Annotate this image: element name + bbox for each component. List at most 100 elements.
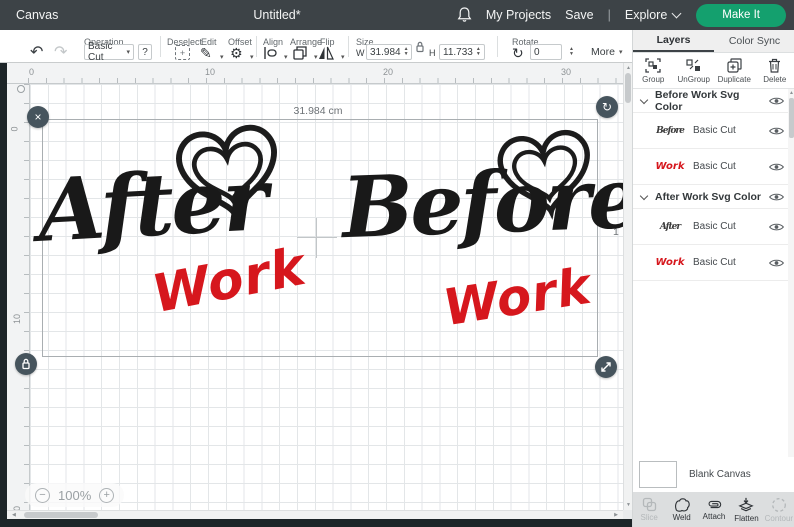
resize-icon (600, 361, 612, 373)
attach-button[interactable]: Attach (698, 492, 730, 527)
caret-down-icon: ▾ (126, 48, 130, 56)
zoom-out-button[interactable]: − (35, 488, 50, 503)
undo-button[interactable]: ↶ (30, 46, 43, 60)
redo-button[interactable]: ↷ (54, 46, 67, 60)
header-divider: | (608, 8, 611, 22)
tab-layers[interactable]: Layers (633, 30, 714, 52)
rotate-field[interactable]: 0 (530, 44, 562, 60)
layers-list: Before Work Svg Color Before Basic Cut (633, 89, 794, 457)
visibility-eye-icon[interactable] (769, 258, 784, 268)
layer-group-row[interactable]: Before Work Svg Color (633, 89, 788, 113)
ruler-mark: 0 (10, 126, 20, 131)
group-icon (645, 58, 661, 73)
operation-value: Basic Cut (88, 41, 122, 63)
panel-tabs: Layers Color Sync (633, 30, 794, 53)
chevron-down-icon[interactable] (640, 191, 648, 199)
visibility-eye-icon[interactable] (769, 96, 784, 106)
align-button[interactable] (263, 46, 277, 60)
operation-help-button[interactable]: ? (138, 44, 152, 60)
explore-label: Explore (625, 8, 667, 22)
layer-group-row[interactable]: After Work Svg Color (633, 185, 788, 209)
artwork-after-text[interactable]: After (36, 149, 268, 262)
artwork-before-text[interactable]: Before (340, 148, 640, 257)
scroll-right-icon[interactable]: ▶ (614, 512, 618, 518)
width-value: 31.984 (370, 47, 401, 58)
ungroup-button[interactable]: UnGroup (674, 53, 715, 88)
group-button[interactable]: Group (633, 53, 674, 88)
layer-row[interactable]: Work Basic Cut (633, 149, 788, 185)
height-stepper[interactable]: ▲▼ (476, 47, 481, 57)
horizontal-scroll-thumb[interactable] (24, 512, 98, 518)
ruler-origin-button[interactable] (17, 85, 25, 93)
operation-dropdown[interactable]: Basic Cut ▾ (84, 44, 134, 60)
visibility-eye-icon[interactable] (769, 162, 784, 172)
rotate-stepper[interactable]: ▲▼ (569, 47, 574, 57)
scroll-up-icon[interactable]: ▲ (788, 90, 794, 96)
duplicate-icon (727, 58, 742, 73)
lock-handle[interactable] (15, 353, 37, 375)
group-label: Group (642, 75, 664, 84)
visibility-eye-icon[interactable] (769, 192, 784, 202)
flatten-icon (738, 497, 754, 513)
scroll-up-icon[interactable]: ▲ (625, 65, 632, 71)
window-edge (0, 519, 632, 527)
canvas-vertical-scrollbar[interactable]: ▲ ▼ (623, 63, 632, 510)
duplicate-button[interactable]: Duplicate (714, 53, 755, 88)
edit-pencil-button[interactable]: ✎ (200, 46, 212, 60)
rotate-button[interactable]: ↻ (512, 46, 524, 60)
layer-group-name: After Work Svg Color (655, 191, 769, 203)
more-menu[interactable]: More ▾ (588, 44, 625, 60)
project-title[interactable]: Untitled* (253, 0, 300, 30)
save-link[interactable]: Save (565, 8, 594, 22)
lock-icon (21, 358, 31, 370)
canvas-area[interactable]: 0 10 20 30 0 10 20 31.984 cm 1 After Wor… (0, 63, 632, 527)
zoom-level: 100% (58, 488, 91, 503)
blank-canvas-row[interactable]: Blank Canvas (633, 457, 794, 492)
flatten-button[interactable]: Flatten (730, 492, 762, 527)
blank-canvas-label: Blank Canvas (689, 469, 751, 480)
toolbar-separator (256, 36, 257, 57)
width-field[interactable]: 31.984 ▲▼ (366, 44, 412, 60)
arrange-button[interactable] (293, 46, 307, 60)
layers-scroll-thumb[interactable] (789, 98, 794, 138)
vertical-scroll-thumb[interactable] (625, 73, 631, 103)
blank-canvas-swatch[interactable] (639, 461, 677, 488)
offset-button[interactable]: ⚙ (230, 46, 243, 60)
rotate-handle[interactable]: ↻ (596, 96, 618, 118)
canvas-horizontal-scrollbar[interactable]: ◀ ▶ (7, 510, 623, 519)
flip-button[interactable] (318, 46, 334, 60)
weld-button[interactable]: Weld (665, 492, 697, 527)
height-field[interactable]: 11.733 ▲▼ (439, 44, 485, 60)
canvas-menu-button[interactable]: Canvas (16, 0, 58, 30)
window-edge (0, 63, 7, 527)
cricut-design-space-app: Canvas Untitled* My Projects Save | Expl… (0, 0, 794, 527)
toolbar-separator (160, 36, 161, 57)
layer-row[interactable]: After Basic Cut (633, 209, 788, 245)
make-it-button[interactable]: Make It (696, 4, 786, 27)
deselect-button[interactable]: + (175, 45, 190, 60)
zoom-in-button[interactable]: + (99, 488, 114, 503)
scroll-down-icon[interactable]: ▼ (625, 502, 632, 508)
explore-menu[interactable]: Explore (625, 8, 680, 22)
delete-handle[interactable]: × (27, 106, 49, 128)
scroll-left-icon[interactable]: ◀ (12, 512, 16, 518)
lock-aspect-icon[interactable] (415, 41, 425, 53)
delete-button[interactable]: Delete (755, 53, 794, 88)
notifications-bell-icon[interactable] (457, 7, 472, 23)
width-stepper[interactable]: ▲▼ (404, 47, 409, 57)
resize-handle[interactable] (595, 356, 617, 378)
visibility-eye-icon[interactable] (769, 222, 784, 232)
duplicate-label: Duplicate (718, 75, 751, 84)
ungroup-label: UnGroup (678, 75, 710, 84)
tab-color-sync[interactable]: Color Sync (714, 30, 794, 52)
layer-row[interactable]: Before Basic Cut (633, 113, 788, 149)
chevron-down-icon (672, 9, 682, 19)
header-bar: Canvas Untitled* My Projects Save | Expl… (0, 0, 794, 30)
contour-button: Contour (763, 492, 794, 527)
visibility-eye-icon[interactable] (769, 126, 784, 136)
layers-scrollbar[interactable]: ▲ (788, 89, 794, 457)
layer-row[interactable]: Work Basic Cut (633, 245, 788, 281)
ruler-mark: 20 (383, 67, 393, 77)
my-projects-link[interactable]: My Projects (486, 8, 551, 22)
chevron-down-icon[interactable] (640, 95, 648, 103)
